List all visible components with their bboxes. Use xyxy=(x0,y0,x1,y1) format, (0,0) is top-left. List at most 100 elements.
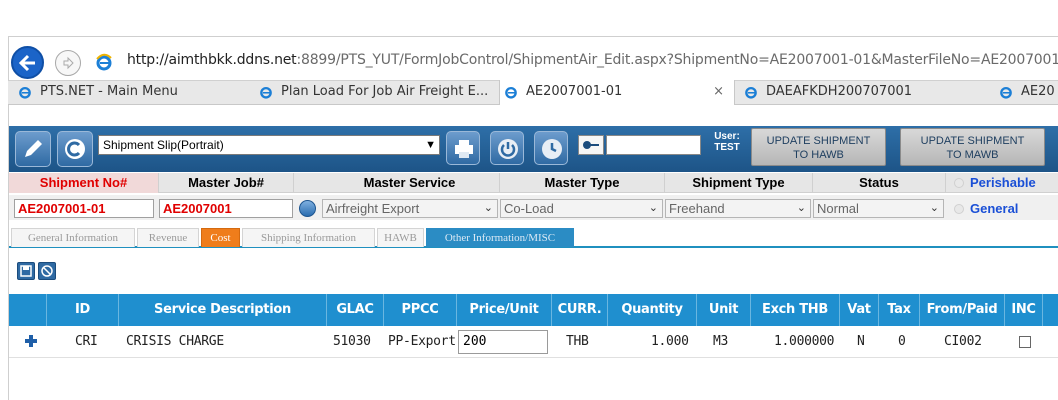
print-button[interactable] xyxy=(446,131,480,165)
chevron-down-icon: ⌄ xyxy=(648,202,658,214)
cell-tax: 0 xyxy=(898,334,906,349)
power-button[interactable] xyxy=(490,131,524,165)
tab-cost[interactable]: Cost xyxy=(201,228,240,247)
shipment-type-select[interactable]: Freehand ⌄ xyxy=(665,199,811,218)
back-button[interactable] xyxy=(11,46,44,79)
ie-icon xyxy=(96,53,112,71)
grid-header-curr[interactable]: CURR. xyxy=(552,294,608,326)
general-radio[interactable]: General xyxy=(954,199,1018,219)
master-service-label: Master Service xyxy=(320,173,500,193)
forward-button[interactable] xyxy=(55,50,81,76)
print-template-value: Shipment Slip(Portrait) xyxy=(103,138,224,152)
grid-header-description[interactable]: Service Description xyxy=(119,294,327,326)
tab-label: AE2007001-01 xyxy=(526,84,623,99)
cell-description: CRISIS CHARGE xyxy=(126,334,224,349)
copyright-icon xyxy=(65,139,85,159)
close-icon[interactable]: × xyxy=(713,80,724,104)
master-type-label: Master Type xyxy=(500,173,665,193)
print-template-select[interactable]: Shipment Slip(Portrait) ▼ xyxy=(98,135,440,155)
key-button[interactable] xyxy=(578,135,604,155)
master-job-label: Master Job# xyxy=(159,173,294,193)
grid-header-exch[interactable]: Exch THB xyxy=(751,294,840,326)
update-hawb-line2: TO HAWB xyxy=(793,149,844,161)
cancel-button[interactable] xyxy=(38,262,56,280)
master-service-select[interactable]: Airfreight Export ⌄ xyxy=(322,199,498,218)
tab-label: PTS.NET - Main Menu xyxy=(40,84,178,99)
grid-header-tax[interactable]: Tax xyxy=(879,294,920,326)
tab-revenue[interactable]: Revenue xyxy=(137,228,199,247)
url-path: :8899/PTS_YUT/FormJobControl/ShipmentAir… xyxy=(296,52,1058,68)
chevron-down-icon: ⌄ xyxy=(929,202,939,214)
shipment-type-label: Shipment Type xyxy=(665,173,813,193)
tab-label: DAEAFKDH200707001 xyxy=(766,84,913,99)
cell-from-paid: CI002 xyxy=(944,334,982,349)
master-type-select[interactable]: Co-Load ⌄ xyxy=(500,199,663,218)
go-icon[interactable] xyxy=(299,200,316,217)
browser-tab-main-menu[interactable]: PTS.NET - Main Menu xyxy=(14,80,244,104)
copy-button[interactable] xyxy=(57,131,93,167)
no-entry-icon xyxy=(41,265,53,277)
grid-header-from-paid[interactable]: From/Paid xyxy=(920,294,1005,326)
grid-header-glac[interactable]: GLAC xyxy=(327,294,384,326)
radio-icon xyxy=(954,178,964,188)
tab-other-information[interactable]: Other Information/MISC xyxy=(426,228,574,247)
browser-tab-active[interactable]: AE2007001-01 × xyxy=(499,80,735,105)
master-service-value: Airfreight Export xyxy=(326,201,420,216)
grid-header-expand xyxy=(9,294,47,326)
browser-tab-daeaf[interactable]: DAEAFKDH200707001 xyxy=(740,80,980,104)
ie-icon xyxy=(260,86,272,99)
grid-header-inc[interactable]: INC xyxy=(1005,294,1043,326)
update-shipment-to-hawb-button[interactable]: UPDATE SHIPMENT TO HAWB xyxy=(751,128,886,166)
grid-header-price[interactable]: Price/Unit xyxy=(457,294,552,326)
chevron-down-icon: ⌄ xyxy=(483,202,493,214)
help-button[interactable] xyxy=(534,131,568,165)
tab-hawb[interactable]: HAWB xyxy=(377,228,424,247)
cell-ppcc: PP-Export xyxy=(388,334,456,349)
ie-icon xyxy=(1000,86,1012,99)
status-value: Normal xyxy=(817,201,859,216)
cell-id: CRI xyxy=(75,334,98,349)
key-icon xyxy=(583,141,599,149)
ie-icon xyxy=(745,86,757,99)
master-job-field[interactable]: AE2007001 xyxy=(159,199,293,218)
perishable-label: Perishable xyxy=(970,175,1036,190)
arrow-left-icon xyxy=(19,54,35,72)
cell-unit: M3 xyxy=(713,334,729,349)
tab-label: AE20 xyxy=(1021,84,1055,99)
save-icon xyxy=(20,265,32,277)
tab-general-information[interactable]: General Information xyxy=(11,228,135,247)
master-type-value: Co-Load xyxy=(504,201,554,216)
plus-icon[interactable] xyxy=(25,335,37,347)
key-input[interactable] xyxy=(606,135,701,155)
tab-label: Plan Load For Job Air Freight E... xyxy=(281,84,489,99)
save-button[interactable] xyxy=(17,262,35,280)
update-shipment-to-mawb-button[interactable]: UPDATE SHIPMENT TO MAWB xyxy=(900,128,1045,166)
browser-tab-ae20[interactable]: AE20 xyxy=(995,80,1058,104)
user-label: User: TEST xyxy=(712,131,742,153)
chevron-down-icon: ⌄ xyxy=(796,202,806,214)
edit-button[interactable] xyxy=(15,131,51,167)
chevron-down-icon: ▼ xyxy=(425,139,436,151)
browser-tab-plan-load[interactable]: Plan Load For Job Air Freight E... xyxy=(255,80,495,104)
status-label: Status xyxy=(813,173,946,193)
grid-header-unit[interactable]: Unit xyxy=(697,294,751,326)
grid-header-vat[interactable]: Vat xyxy=(840,294,879,326)
status-select[interactable]: Normal ⌄ xyxy=(813,199,944,218)
update-mawb-line2: TO MAWB xyxy=(946,149,999,161)
perishable-radio[interactable]: Perishable xyxy=(954,173,1036,193)
shipment-no-field[interactable]: AE2007001-01 xyxy=(14,199,154,218)
update-mawb-line1: UPDATE SHIPMENT xyxy=(920,135,1025,147)
grid-header-quantity[interactable]: Quantity xyxy=(608,294,697,326)
cell-vat: N xyxy=(857,334,865,349)
clock-icon xyxy=(542,139,562,159)
printer-icon xyxy=(455,140,473,158)
tab-shipping-information[interactable]: Shipping Information xyxy=(242,228,375,247)
inc-checkbox[interactable] xyxy=(1019,336,1031,348)
grid-header-ppcc[interactable]: PPCC xyxy=(384,294,457,326)
screen: { "browser": { "url_host": "http://aimth… xyxy=(0,0,1058,400)
shipment-type-value: Freehand xyxy=(669,201,725,216)
price-unit-input[interactable]: 200 xyxy=(458,330,548,354)
address-bar[interactable]: http://aimthbkk.ddns.net:8899/PTS_YUT/Fo… xyxy=(127,52,1058,68)
grid-header-id[interactable]: ID xyxy=(47,294,119,326)
pencil-icon xyxy=(25,140,42,157)
